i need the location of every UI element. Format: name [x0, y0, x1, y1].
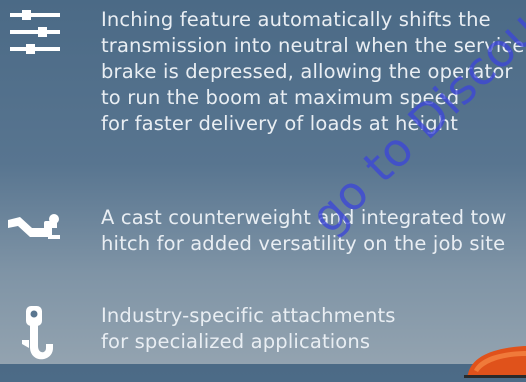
text-line: for specialized applications	[101, 330, 371, 353]
machine-fragment-image	[464, 344, 526, 378]
text-line: Inching feature automatically shifts the	[101, 8, 491, 31]
tow-hitch-icon	[8, 209, 64, 257]
feature-description: Industry-specific attachments for special…	[101, 303, 526, 355]
text-line: hitch for added versatility on the job s…	[101, 232, 506, 255]
text-line: Industry-specific attachments	[101, 304, 396, 327]
crane-hook-icon	[8, 306, 64, 360]
sliders-icon	[8, 10, 64, 58]
